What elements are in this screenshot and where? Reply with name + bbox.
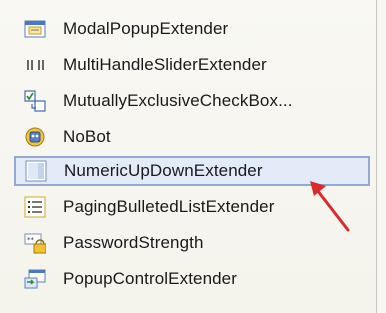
toolbox-item-label: PagingBulletedListExtender [63, 197, 275, 216]
toolbox-item-label: MutuallyExclusiveCheckBox... [63, 91, 293, 110]
toolbox-panel: ModalPopupExtender MultiHandleSliderExte… [0, 0, 377, 313]
toolbox-item-modal-popup-extender[interactable]: ModalPopupExtender [14, 14, 369, 44]
toolbox-item-label: PasswordStrength [63, 233, 204, 252]
red-arrow-annotation [310, 181, 350, 232]
toolbox-item-label: MultiHandleSliderExtender [63, 55, 267, 74]
toolbox-item-label: NumericUpDownExtender [64, 161, 263, 180]
toolbox-item-label: PopupControlExtender [63, 269, 238, 288]
toolbox-item-label: ModalPopupExtender [63, 19, 229, 38]
toolbox-item-nobot[interactable]: NoBot [14, 122, 369, 152]
toolbox-item-multi-handle-slider-extender[interactable]: MultiHandleSliderExtender [14, 50, 369, 80]
nobot-icon [23, 125, 47, 149]
modal-popup-icon [23, 17, 47, 41]
popup-control-icon [23, 267, 47, 291]
toolbox-item-label: NoBot [63, 127, 111, 146]
numeric-updown-icon [24, 159, 48, 183]
toolbox-item-popup-control-extender[interactable]: PopupControlExtender [14, 264, 369, 294]
toolbox-item-mutually-exclusive-checkbox[interactable]: MutuallyExclusiveCheckBox... [14, 86, 369, 116]
exclusive-checkbox-icon [23, 89, 47, 113]
bulleted-list-icon [23, 195, 47, 219]
password-lock-icon: ** [23, 231, 47, 255]
svg-text:**: ** [27, 236, 35, 244]
multi-handle-slider-icon [23, 53, 47, 77]
